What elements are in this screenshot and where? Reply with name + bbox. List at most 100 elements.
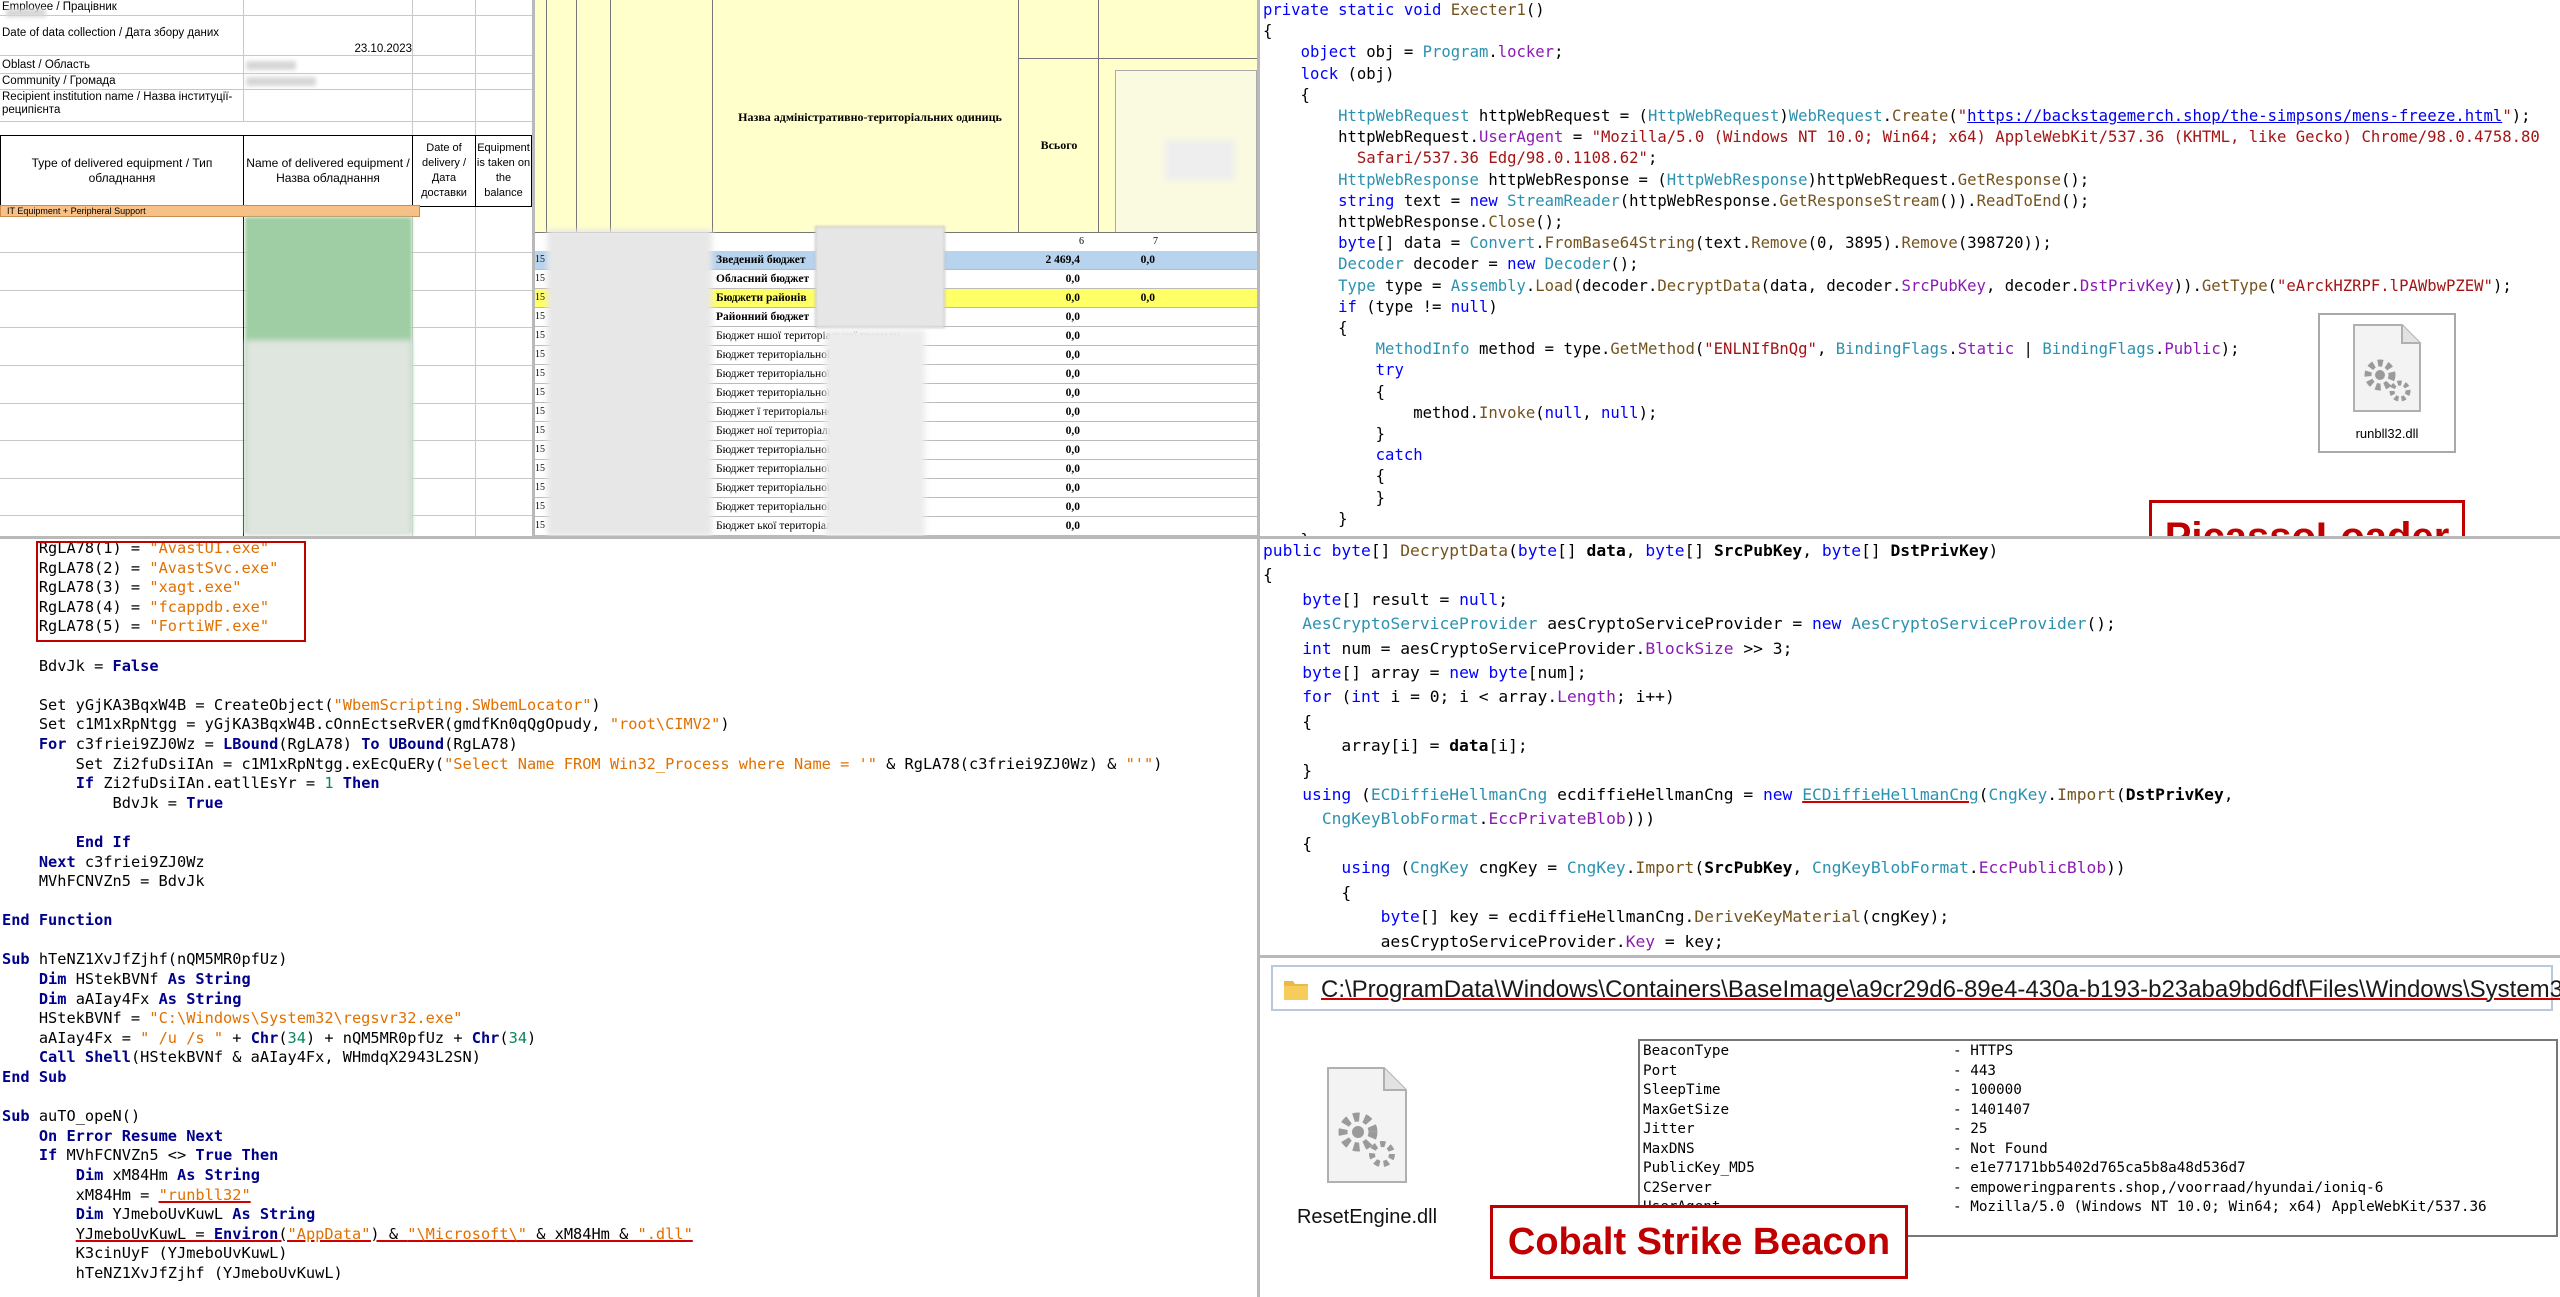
- header-text: Date of delivery / Дата доставки: [421, 142, 467, 199]
- row-total: 2 469,4: [1045, 254, 1081, 266]
- row-total: 0,0: [1065, 425, 1080, 437]
- beacon-key: MaxDNS: [1643, 1140, 1695, 1157]
- col-number: 6: [1079, 236, 1084, 247]
- wmi-query: "Select Name FROM Win32_Process where Na…: [444, 754, 877, 773]
- row-num: 15: [535, 349, 545, 360]
- beacon-value: - 100000: [1953, 1082, 2022, 1098]
- budget-sheet-panel: Назва адміністративно-територіальних оди…: [535, 0, 1257, 536]
- col-balance-header: Equipment is taken on the balance: [475, 135, 532, 207]
- row-total: 0,0: [1065, 520, 1080, 532]
- dll-string: ".dll": [637, 1224, 693, 1243]
- cimv2-string: "root\CIMV2": [609, 715, 721, 734]
- row-num: 15: [535, 387, 545, 398]
- section-label: IT Equipment + Peripheral Support: [7, 206, 146, 216]
- col-type-header: Type of delivered equipment / Тип обладн…: [0, 135, 244, 207]
- row-value: 0,0: [1140, 292, 1155, 304]
- row-value: 0,0: [1140, 254, 1155, 266]
- row-num: 15: [535, 482, 545, 493]
- row-num: 15: [535, 463, 545, 474]
- row-num: 15: [535, 520, 545, 531]
- vba-macro-panel: RgLA78(1) = "AvastUI.exe" RgLA78(2) = "A…: [0, 539, 1257, 1297]
- row-num: 15: [535, 311, 545, 322]
- dll-file-icon: [1327, 1067, 1407, 1183]
- explorer-beacon-panel: C:\ProgramData\Windows\Containers\BaseIm…: [1260, 958, 2560, 1297]
- row-num: 15: [535, 368, 545, 379]
- csharp-decrypt-panel: public byte[] DecryptData(byte[] data, b…: [1260, 539, 2560, 955]
- row-num: 15: [535, 330, 545, 341]
- csharp-execter-panel: private static void Execter1() { object …: [1260, 0, 2560, 536]
- folder-icon: [1284, 981, 1308, 1000]
- beacon-key: C2Server: [1643, 1179, 1712, 1196]
- header-text: Name of delivered equipment / Назва обла…: [246, 156, 410, 185]
- beacon-value: - 25: [1953, 1121, 1988, 1137]
- beacon-key: SleepTime: [1643, 1082, 1721, 1098]
- beacon-config-row: MaxGetSize - 1401407: [1643, 1102, 2553, 1122]
- col-date-header: Date of delivery / Дата доставки: [412, 135, 476, 207]
- label-text: Cobalt Strike Beacon: [1507, 1220, 1891, 1263]
- beacon-key: BeaconType: [1643, 1043, 1730, 1059]
- col-name-header: Назва адміністративно-територіальних оди…: [738, 110, 1002, 124]
- col-name-header: Name of delivered equipment / Назва обла…: [243, 135, 413, 207]
- header-text: Equipment is taken on the balance: [476, 142, 531, 199]
- beacon-value: - Not Found: [1953, 1140, 2048, 1157]
- wbem-string: "WbemScripting.SWbemLocator": [333, 695, 592, 714]
- address-bar[interactable]: C:\ProgramData\Windows\Containers\BaseIm…: [1271, 965, 2560, 1011]
- section-header: IT Equipment + Peripheral Support: [0, 205, 420, 217]
- row-num: 15: [535, 444, 545, 455]
- sheet-header: Назва адміністративно-територіальних оди…: [535, 0, 1257, 252]
- file-label: runbll32.dll: [2355, 426, 2419, 441]
- form-label: Oblast / Область: [2, 59, 90, 71]
- form-row-oblast: Oblast / Область: [0, 58, 532, 74]
- form-label: Community / Громада: [2, 75, 116, 87]
- row-total: 0,0: [1065, 482, 1080, 494]
- form-row-employee: Employee / Працівник: [0, 0, 532, 17]
- code-decrypt: public byte[] DecryptData(byte[] data, b…: [1263, 541, 2234, 951]
- beacon-value: - HTTPS: [1953, 1043, 2014, 1059]
- beacon-value: - 443: [1953, 1062, 1997, 1079]
- beacon-config-row: MaxDNS - Not Found: [1643, 1141, 2553, 1161]
- type-name: "eArckHZRPF.lPAWbwPZEW": [2277, 276, 2493, 295]
- beacon-value: - 1401407: [1953, 1101, 2031, 1118]
- remove-args: 0, 3895: [1816, 234, 1883, 253]
- remove-arg: 398720: [1967, 234, 2024, 253]
- regsvr-args: " /u /s ": [140, 1028, 224, 1047]
- form-value: 23.10.2023: [354, 43, 412, 55]
- form-label: Recipient institution name / Назва інсти…: [2, 91, 233, 116]
- form-row-community: Community / Громада: [0, 74, 532, 90]
- c2-url-link[interactable]: https://backstagemerch.shop/the-simpsons…: [1967, 107, 2502, 125]
- dll-file-icon: [2353, 324, 2421, 412]
- row-total: 0,0: [1065, 444, 1080, 456]
- row-num: 15: [535, 501, 545, 512]
- form-row-date: Date of data collection / Дата збору дан…: [0, 26, 532, 56]
- row-total: 0,0: [1065, 292, 1080, 304]
- beacon-key: PublicKey_MD5: [1643, 1160, 1755, 1176]
- row-total: 0,0: [1065, 406, 1080, 418]
- row-total: 0,0: [1065, 501, 1080, 513]
- row-total: 0,0: [1065, 349, 1080, 361]
- beacon-config-row: Port - 443: [1643, 1063, 2553, 1083]
- resetengine-file[interactable]: ResetEngine.dll: [1297, 1066, 1437, 1238]
- beacon-value: - e1e77171bb5402d765ca5b8a48d536d7: [1953, 1160, 2246, 1176]
- beacon-config-row: PublicKey_MD5 - e1e77171bb5402d765ca5b8a4…: [1643, 1160, 2553, 1180]
- row-total: 0,0: [1065, 273, 1080, 285]
- row-total: 0,0: [1065, 387, 1080, 399]
- runbll-file-tile[interactable]: runbll32.dll: [2318, 313, 2456, 453]
- runbll-string: "runbll32": [158, 1185, 251, 1204]
- row-num: 15: [535, 273, 545, 284]
- equipment-form-panel: Employee / Працівник Date of data collec…: [0, 0, 532, 536]
- beacon-config-row: SleepTime - 100000: [1643, 1082, 2553, 1102]
- ua-string-2: Safari/537.36 Edg/98.0.1108.62": [1356, 149, 1648, 168]
- label-text: PicassoLoader: [2165, 515, 2450, 537]
- form-label: Date of data collection / Дата збору дан…: [2, 27, 220, 39]
- beacon-value: - empoweringparents.shop,/voorraad/hyund…: [1953, 1179, 2384, 1196]
- col-total-header: Всього: [1040, 138, 1078, 152]
- header-text: Type of delivered equipment / Тип обладн…: [31, 156, 213, 185]
- appdata-string: "AppData": [287, 1224, 371, 1243]
- row-total: 0,0: [1065, 463, 1080, 475]
- row-num: 15: [535, 425, 545, 436]
- method-name: "ENLNIfBnQg": [1704, 340, 1817, 359]
- col-number: 7: [1153, 236, 1158, 247]
- folder-path[interactable]: C:\ProgramData\Windows\Containers\BaseIm…: [1321, 976, 2560, 1004]
- beacon-key: Jitter: [1643, 1121, 1695, 1137]
- redacted-popup: [815, 226, 945, 328]
